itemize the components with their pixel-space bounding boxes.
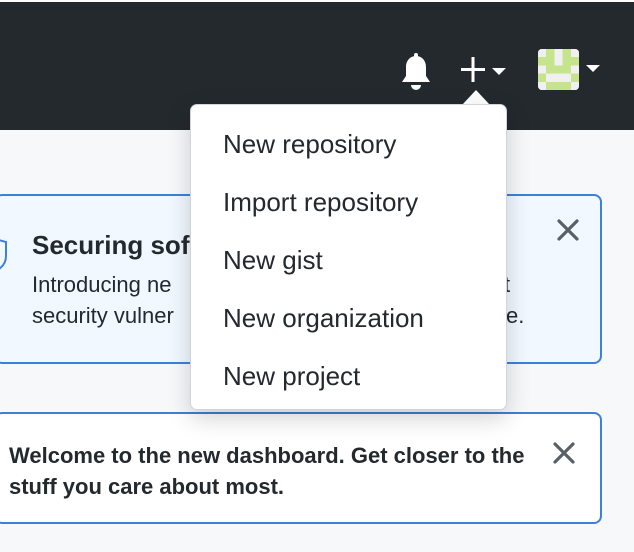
create-new-dropdown-button[interactable] [458,55,512,85]
menu-item-new-organization[interactable]: New organization [223,303,424,334]
avatar [538,49,579,90]
plus-icon [461,57,506,82]
menu-item-new-gist[interactable]: New gist [223,245,323,276]
menu-item-new-repository[interactable]: New repository [223,129,396,160]
bell-icon[interactable] [398,52,434,92]
dashboard-banner-text: Welcome to the new dashboard. Get closer… [9,443,525,499]
user-menu-button[interactable] [538,49,604,91]
menu-item-import-repository[interactable]: Import repository [223,187,418,218]
chevron-down-icon [586,65,600,72]
dropdown-caret [462,90,490,105]
security-banner-title: Securing sof [32,230,190,260]
menu-item-new-project[interactable]: New project [223,361,360,392]
close-icon[interactable] [552,441,576,465]
identicon-avatar [538,49,579,90]
create-new-menu: New repository Import repository New gis… [190,104,507,410]
security-banner-text: security vulner [32,303,174,328]
security-banner-text: e. [506,303,525,328]
security-banner-text: Introducing ne [32,272,172,297]
shield-icon [0,239,7,270]
close-icon[interactable] [556,218,580,242]
